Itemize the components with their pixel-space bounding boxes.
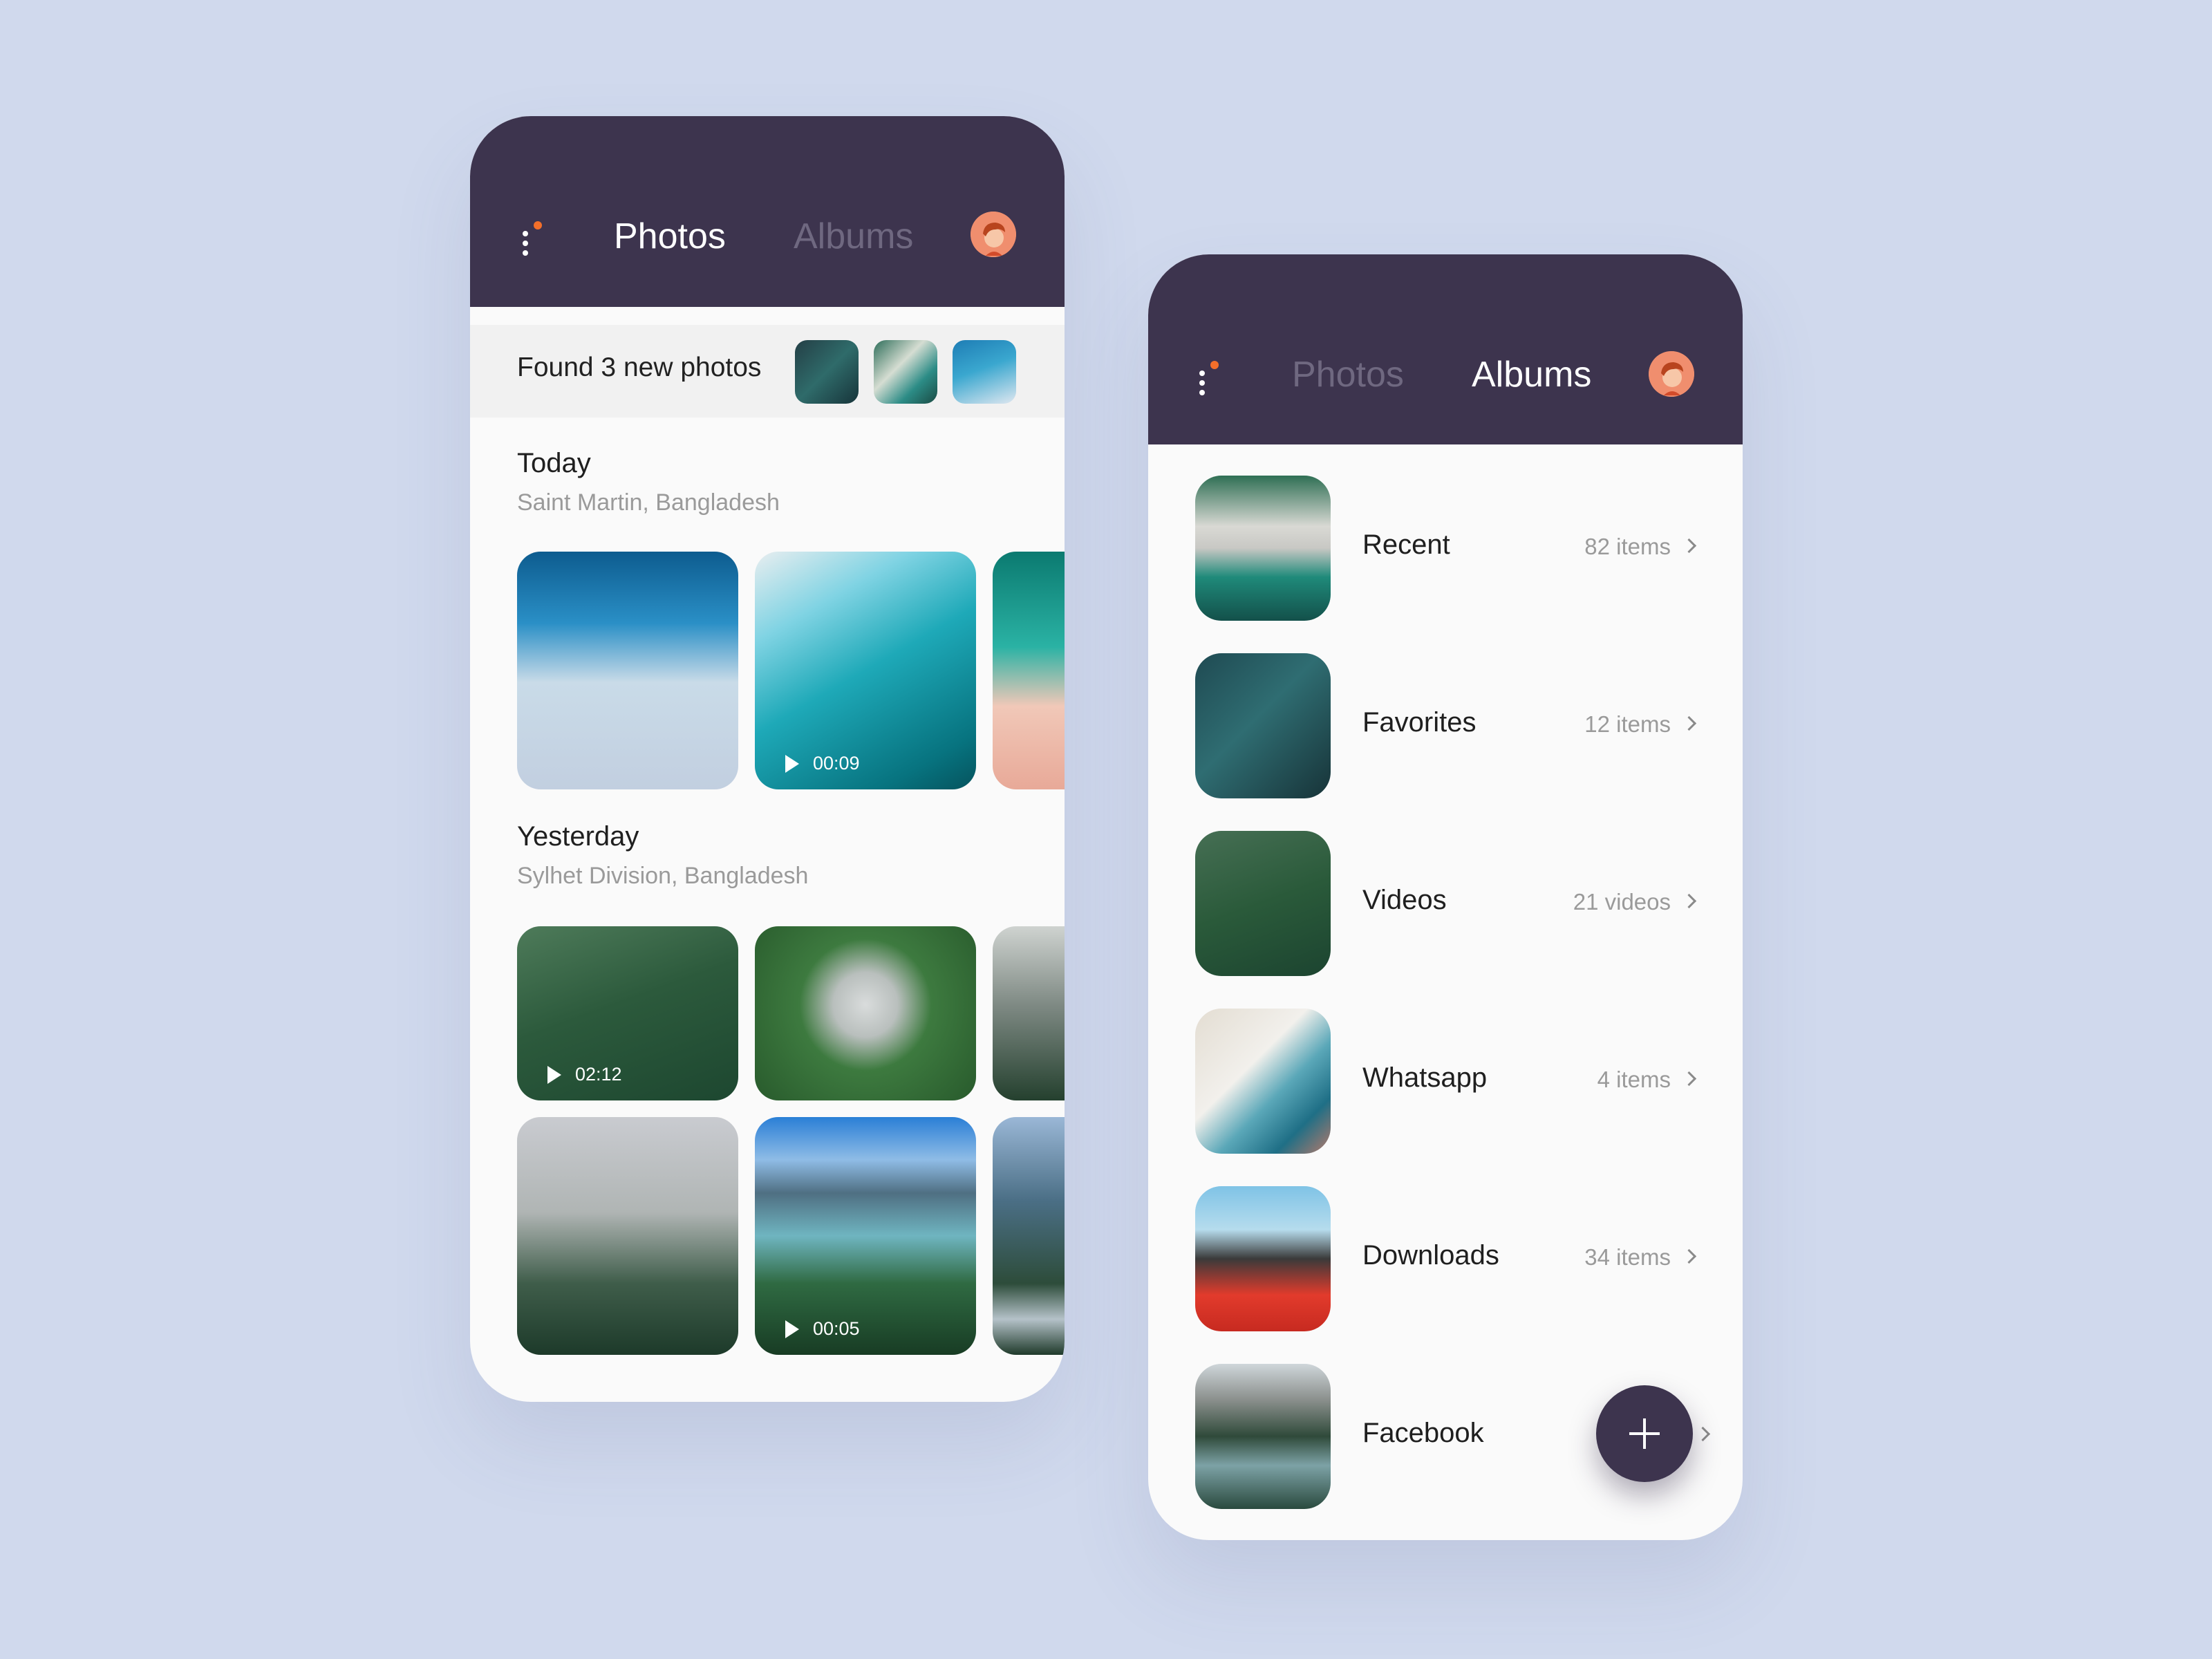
add-album-button[interactable] [1596, 1385, 1693, 1482]
chevron-right-icon [1681, 538, 1697, 554]
album-row-videos[interactable]: Videos 21 videos [1148, 831, 1743, 977]
chevron-right-icon [1681, 715, 1697, 731]
album-name: Facebook [1362, 1418, 1484, 1448]
play-icon [785, 1320, 799, 1338]
new-photos-text: Found 3 new photos [517, 353, 762, 382]
album-thumbnail [1195, 1186, 1331, 1331]
album-row-downloads[interactable]: Downloads 34 items [1148, 1186, 1743, 1333]
photos-screen: Photos Albums Found 3 new photos Today S… [470, 116, 1065, 1402]
photo-thumbnail[interactable] [755, 926, 976, 1100]
video-duration: 02:12 [547, 1064, 622, 1085]
album-thumbnail [1195, 831, 1331, 976]
avatar[interactable] [1649, 351, 1694, 397]
photo-thumbnail[interactable] [517, 1117, 738, 1355]
app-header: Photos Albums [470, 116, 1065, 307]
album-count: 12 items [1584, 711, 1671, 737]
album-thumbnail [1195, 1009, 1331, 1154]
new-photo-thumb[interactable] [953, 340, 1016, 404]
album-name: Videos [1362, 885, 1447, 915]
app-header: Photos Albums [1148, 254, 1743, 444]
photo-thumbnail[interactable] [993, 926, 1065, 1100]
photo-thumbnail[interactable] [517, 552, 738, 789]
chevron-right-icon [1681, 893, 1697, 909]
album-name: Whatsapp [1362, 1062, 1488, 1093]
section-subtitle-today: Saint Martin, Bangladesh [517, 489, 780, 516]
chevron-right-icon [1681, 1248, 1697, 1264]
album-count: 4 items [1597, 1067, 1671, 1092]
video-thumbnail[interactable]: 00:09 [755, 552, 976, 789]
album-count: 21 videos [1573, 889, 1671, 915]
album-row-recent[interactable]: Recent 82 items [1148, 476, 1743, 622]
play-icon [785, 754, 799, 773]
video-duration: 00:09 [785, 753, 860, 774]
avatar[interactable] [971, 212, 1016, 257]
new-photos-banner[interactable]: Found 3 new photos [470, 325, 1065, 418]
new-photo-thumb[interactable] [795, 340, 859, 404]
tab-albums[interactable]: Albums [794, 216, 913, 257]
chevron-right-icon [1695, 1426, 1711, 1442]
albums-screen: Photos Albums Recent 82 items Favorites … [1148, 254, 1743, 1540]
album-row-favorites[interactable]: Favorites 12 items [1148, 653, 1743, 800]
album-name: Favorites [1362, 707, 1477, 738]
chevron-right-icon [1681, 1071, 1697, 1087]
video-duration: 00:05 [785, 1318, 860, 1340]
album-name: Downloads [1362, 1240, 1499, 1271]
tab-photos[interactable]: Photos [1292, 354, 1404, 395]
section-subtitle-yesterday: Sylhet Division, Bangladesh [517, 863, 809, 889]
play-icon [547, 1065, 561, 1084]
album-name: Recent [1362, 529, 1450, 560]
menu-icon[interactable] [518, 221, 546, 263]
album-thumbnail [1195, 476, 1331, 621]
menu-icon[interactable] [1195, 361, 1223, 402]
album-thumbnail [1195, 1364, 1331, 1509]
video-thumbnail[interactable]: 02:12 [517, 926, 738, 1100]
tab-photos[interactable]: Photos [614, 216, 726, 257]
album-count: 34 items [1584, 1244, 1671, 1270]
album-row-whatsapp[interactable]: Whatsapp 4 items [1148, 1009, 1743, 1155]
photo-thumbnail[interactable] [993, 1117, 1065, 1355]
video-thumbnail[interactable]: 00:05 [755, 1117, 976, 1355]
photo-thumbnail[interactable] [993, 552, 1065, 789]
section-title-today: Today [517, 448, 591, 478]
album-thumbnail [1195, 653, 1331, 798]
album-count: 82 items [1584, 534, 1671, 559]
section-title-yesterday: Yesterday [517, 821, 639, 852]
tab-albums[interactable]: Albums [1472, 354, 1591, 395]
new-photo-thumb[interactable] [874, 340, 937, 404]
